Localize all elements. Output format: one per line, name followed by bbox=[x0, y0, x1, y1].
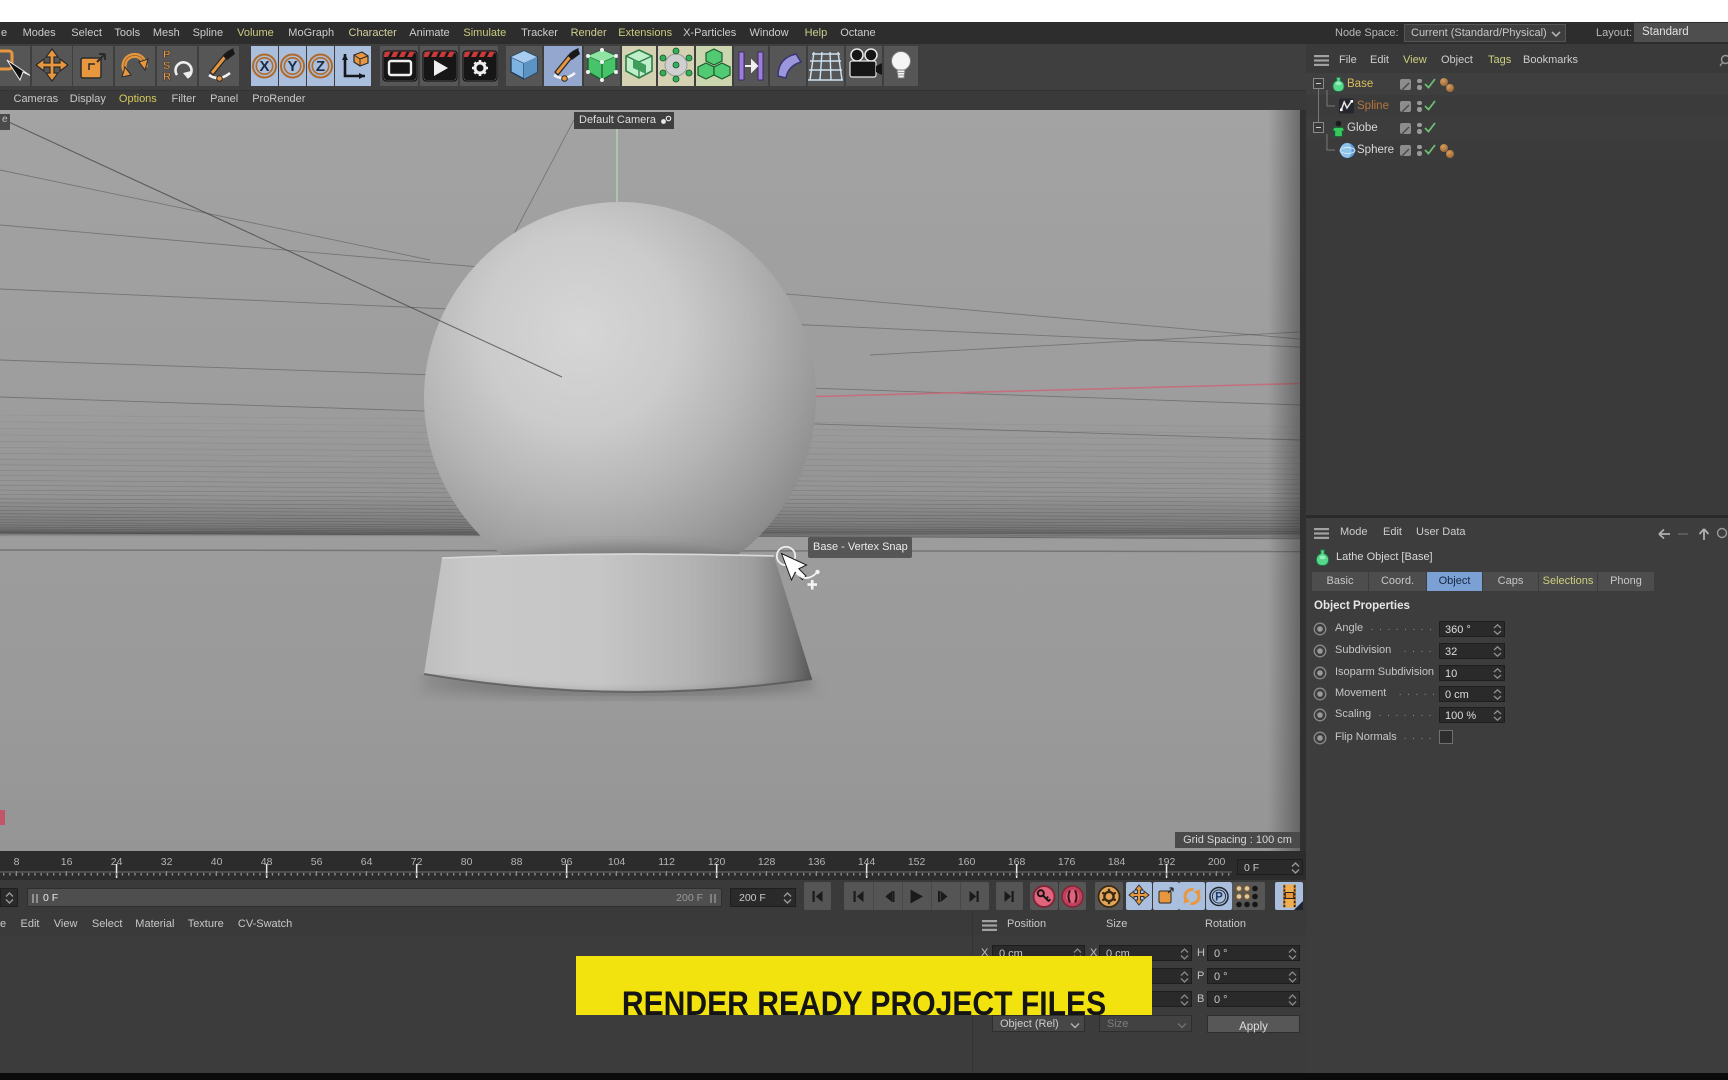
svg-text:136: 136 bbox=[808, 856, 826, 868]
svg-text:128: 128 bbox=[758, 856, 776, 868]
svg-text:64: 64 bbox=[361, 856, 373, 868]
svg-text:8: 8 bbox=[14, 856, 20, 868]
svg-text:152: 152 bbox=[908, 856, 926, 868]
svg-text:Y: Y bbox=[287, 58, 297, 75]
svg-text:104: 104 bbox=[608, 856, 626, 868]
svg-text:160: 160 bbox=[958, 856, 976, 868]
svg-text:176: 176 bbox=[1058, 856, 1076, 868]
svg-text:80: 80 bbox=[461, 856, 473, 868]
svg-text:Z: Z bbox=[316, 58, 325, 75]
svg-text:16: 16 bbox=[61, 856, 73, 868]
svg-text:40: 40 bbox=[211, 856, 223, 868]
svg-text:R: R bbox=[163, 71, 171, 83]
svg-text:P: P bbox=[1215, 892, 1223, 904]
svg-text:112: 112 bbox=[658, 856, 675, 868]
svg-text:184: 184 bbox=[1108, 856, 1126, 868]
svg-text:X: X bbox=[259, 58, 269, 75]
svg-text:56: 56 bbox=[311, 856, 323, 868]
svg-text:200: 200 bbox=[1208, 856, 1226, 868]
svg-text:88: 88 bbox=[511, 856, 523, 868]
svg-text:32: 32 bbox=[161, 856, 173, 868]
